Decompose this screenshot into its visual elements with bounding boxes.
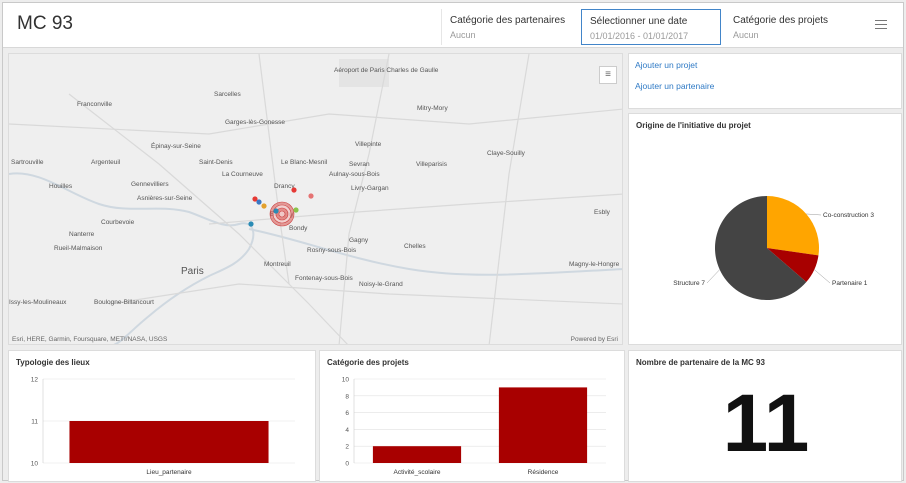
x-tick-label: Résidence [528,469,559,476]
map-place-label: Villepinte [355,141,382,148]
map-place-label: Mitry-Mory [417,105,448,112]
actions-panel: Ajouter un projet Ajouter un partenaire [628,53,902,109]
project-marker [256,199,262,205]
kpi-panel: Nombre de partenaire de la MC 93 11 [628,350,902,482]
kpi-title: Nombre de partenaire de la MC 93 [636,358,765,367]
map-place-label: Noisy-le-Grand [359,281,403,288]
map-place-label: Épinay-sur-Seine [151,141,201,150]
bar [69,421,269,463]
project-marker [248,221,254,227]
map-place-label: Claye-Souilly [487,150,526,157]
pie-slice-label: Partenaire 1 [832,280,868,287]
map-place-label: Montreuil [264,261,291,268]
map-place-label: Rosny-sous-Bois [307,247,357,254]
project-marker [273,208,279,214]
bar-chart-title: Typologie des lieux [16,358,90,367]
header-bar: MC 93 Catégorie des partenaires Aucun Sé… [3,3,903,48]
pie-chart: Co-construction 3 Partenaire 1 Structure 7 [673,196,874,300]
map-place-label: Argenteuil [91,159,121,166]
selected-location-marker [269,201,295,227]
pie-slice [767,196,819,256]
map-place-label: Asnières-sur-Seine [137,195,193,202]
map-place-label: Boulogne-Billancourt [94,299,154,306]
map-attribution: Esri, HERE, Garmin, Foursquare, METI/NAS… [12,336,168,343]
dashboard-title: MC 93 [17,13,73,34]
pie-chart-title: Origine de l'initiative du projet [636,121,751,130]
map-place-label: Courbevoie [101,219,135,226]
dashboard-frame: MC 93 Catégorie des partenaires Aucun Sé… [2,2,904,482]
y-tick-label: 10 [342,377,350,384]
map-place-label: Livry-Gargan [351,185,389,192]
map-place-label: Le Blanc-Mesnil [281,159,328,166]
bar-chart-projects: 10 8 6 4 2 0 Activité_scolaire Résidence [342,377,606,476]
pie-slice-label: Structure 7 [673,280,705,287]
pie-chart-panel: Origine de l'initiative du projet Co-con… [628,113,902,345]
bar [372,446,462,463]
map-place-label: Esbly [594,209,611,216]
add-partner-link[interactable]: Ajouter un partenaire [635,81,901,91]
bar-chart-places: 12 11 10 Lieu_partenaire [31,377,295,476]
marker-ring [278,210,286,218]
y-tick-label: 2 [345,444,349,451]
filter-value: 01/01/2016 - 01/01/2017 [590,31,689,41]
powered-by-esri[interactable]: Powered by Esri [571,336,618,343]
pie-leader-line [806,213,822,216]
y-tick-label: 4 [345,427,349,434]
bar-chart-title: Catégorie des projets [327,358,409,367]
project-marker [291,187,297,193]
kpi-value: 11 [722,378,810,469]
map-place-label: Nanterre [69,231,95,238]
map-place-label: Aéroport de Paris Charles de Gaulle [334,67,439,74]
x-tick-label: Activité_scolaire [394,469,441,476]
x-tick-label: Lieu_partenaire [146,469,192,476]
pie-leader-line [814,269,831,284]
y-tick-label: 12 [31,377,39,384]
project-marker [293,207,299,213]
hamburger-icon[interactable] [875,20,887,30]
map-place-label: Fontenay-sous-Bois [295,275,354,282]
map-place-label: Magny-le-Hongre [569,261,620,268]
map-place-label: Chelles [404,243,426,250]
map-place-label: Rueil-Malmaison [54,245,103,252]
filter-project-category[interactable]: Catégorie des projets Aucun [725,9,863,45]
map-place-label: Franconville [77,101,112,108]
filter-label: Sélectionner une date [590,16,688,27]
map-place-label: Houilles [49,183,73,190]
filter-value: Aucun [733,30,759,40]
map-place-label: La Courneuve [222,171,263,178]
map-place-label: Sartrouville [11,159,44,166]
project-marker [261,203,267,209]
legend-list-icon[interactable]: ≡ [599,66,617,84]
pie-slice-label: Co-construction 3 [823,212,874,219]
filter-value: Aucun [450,30,476,40]
y-tick-label: 6 [345,410,349,417]
y-tick-label: 10 [31,461,39,468]
bar [498,387,588,463]
map-place-label: Saint-Denis [199,159,233,166]
map-place-label: Paris [181,266,204,277]
map-place-label: Gennevilliers [131,181,169,188]
map-place-label: Garges-lès-Gonesse [225,119,285,126]
pie-leader-line [706,269,720,284]
map-place-label: Issy-les-Moulineaux [9,299,67,306]
filter-label: Catégorie des projets [733,15,829,26]
filter-date-range[interactable]: Sélectionner une date 01/01/2016 - 01/01… [581,9,721,45]
map-canvas[interactable]: Sarcelles Franconville Garges-lès-Gonesse M… [9,54,623,345]
bar-chart-projects-panel: Catégorie des projets 10 8 6 4 2 0 Activité_sc… [319,350,625,482]
filter-partner-category[interactable]: Catégorie des partenaires Aucun [441,9,575,45]
y-tick-label: 0 [345,461,349,468]
map-place-label: Aulnay-sous-Bois [329,171,380,178]
map-place-label: Sevran [349,161,370,168]
map-place-label: Gagny [349,237,369,244]
map-place-label: Villeparisis [416,161,448,168]
project-marker [308,193,314,199]
map-place-label: Bondy [289,225,308,232]
y-tick-label: 11 [31,419,38,426]
add-project-link[interactable]: Ajouter un projet [635,60,901,70]
map-place-label: Sarcelles [214,91,241,98]
map-panel[interactable]: Sarcelles Franconville Garges-lès-Gonesse M… [8,53,623,345]
y-tick-label: 8 [345,393,349,400]
filter-label: Catégorie des partenaires [450,15,566,26]
bar-chart-places-panel: Typologie des lieux 12 11 10 Lieu_partenair… [8,350,316,482]
